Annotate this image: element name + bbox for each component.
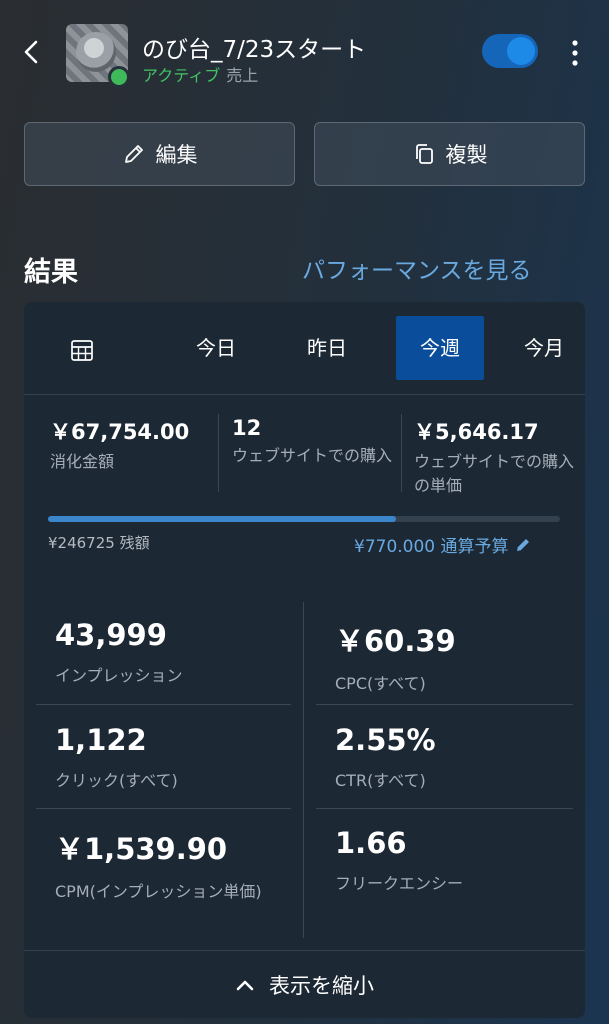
metric-impressions: 43,999 インプレッション: [55, 618, 295, 688]
pencil-icon: [124, 145, 143, 163]
stat-website-purchases: 12 ウェブサイトでの購入: [232, 416, 394, 468]
tab-calendar[interactable]: [54, 316, 110, 380]
view-performance-link[interactable]: パフォーマンスを見る: [302, 251, 532, 285]
thumbnail-image: [76, 32, 116, 72]
status-extra-label: 売上: [226, 66, 259, 85]
duplicate-button-label: 複製: [445, 143, 488, 167]
stat-value: 12: [232, 416, 262, 440]
stat-label: ウェブサイトでの購入の単価: [414, 452, 575, 495]
active-status-dot: [108, 66, 130, 88]
edit-button-label: 編集: [155, 143, 198, 167]
metric-label: インプレッション: [55, 666, 183, 685]
metric-value: 43,999: [55, 618, 167, 652]
toggle-knob: [507, 37, 535, 65]
stat-spend: ￥67,754.00 消化金額: [50, 416, 230, 474]
status-line: アクティブ 売上: [142, 62, 258, 86]
metric-cpc: ￥60.39 CPC(すべて): [335, 618, 575, 696]
tab-this-month[interactable]: 今月: [524, 316, 584, 380]
metric-value: ￥1,539.90: [55, 832, 228, 866]
date-range-tabs: 今日 昨日 今週 今月: [24, 302, 585, 395]
collapse-button[interactable]: 表示を縮小: [24, 950, 585, 1018]
metric-label: クリック(すべて): [55, 771, 178, 790]
metric-ctr: 2.55% CTR(すべて): [335, 723, 575, 793]
divider: [401, 414, 402, 492]
tab-this-week[interactable]: 今週: [396, 316, 484, 380]
divider: [316, 808, 573, 809]
divider: [36, 808, 291, 809]
status-active-label: アクティブ: [142, 66, 221, 85]
remaining-budget: ¥246725 残額: [48, 534, 150, 552]
chevron-up-icon: [236, 980, 254, 991]
divider: [218, 414, 219, 492]
divider: [36, 704, 291, 705]
active-toggle[interactable]: [482, 34, 538, 68]
stat-value: ￥67,754.00: [50, 420, 190, 444]
tab-today[interactable]: 今日: [184, 316, 248, 380]
metric-clicks: 1,122 クリック(すべて): [55, 723, 295, 793]
stat-value: ￥5,646.17: [414, 420, 539, 444]
lifetime-budget-link[interactable]: ¥770.000 通算予算: [354, 532, 532, 557]
metric-label: フリークエンシー: [335, 874, 464, 893]
more-vertical-icon: [572, 40, 578, 66]
metric-frequency: 1.66 フリークエンシー: [335, 826, 575, 896]
more-options-button[interactable]: [568, 38, 582, 68]
metric-label: CPC(すべて): [335, 674, 426, 693]
copy-icon: [415, 144, 433, 164]
edit-button[interactable]: 編集: [24, 122, 295, 186]
metric-label: CPM(インプレッション単価): [55, 882, 262, 901]
lifetime-budget-label: ¥770.000 通算予算: [354, 537, 509, 557]
divider: [303, 602, 304, 938]
pencil-icon: [516, 539, 529, 551]
back-button[interactable]: [20, 36, 44, 68]
stat-label: 消化金額: [50, 452, 115, 471]
metric-label: CTR(すべて): [335, 771, 426, 790]
back-chevron-icon: [24, 40, 38, 64]
budget-progress-bar: [48, 516, 560, 522]
results-card: 今日 昨日 今週 今月 ￥67,754.00 消化金額 12 ウェブサイトでの購…: [24, 302, 585, 1018]
results-heading: 結果: [24, 257, 78, 288]
collapse-label: 表示を縮小: [269, 974, 374, 998]
metric-cpm: ￥1,539.90 CPM(インプレッション単価): [55, 826, 291, 904]
budget-progress-fill: [48, 516, 397, 522]
stat-cost-per-purchase: ￥5,646.17 ウェブサイトでの購入の単価: [414, 416, 579, 498]
calendar-icon: [71, 339, 93, 361]
stat-label: ウェブサイトでの購入: [232, 446, 393, 465]
metric-value: ￥60.39: [335, 624, 456, 658]
metric-value: 2.55%: [335, 723, 436, 757]
divider: [316, 704, 573, 705]
tab-yesterday[interactable]: 昨日: [294, 316, 360, 380]
campaign-title: のび台_7/23スタート: [142, 37, 367, 63]
metric-value: 1,122: [55, 723, 147, 757]
metric-value: 1.66: [335, 826, 407, 860]
duplicate-button[interactable]: 複製: [314, 122, 585, 186]
